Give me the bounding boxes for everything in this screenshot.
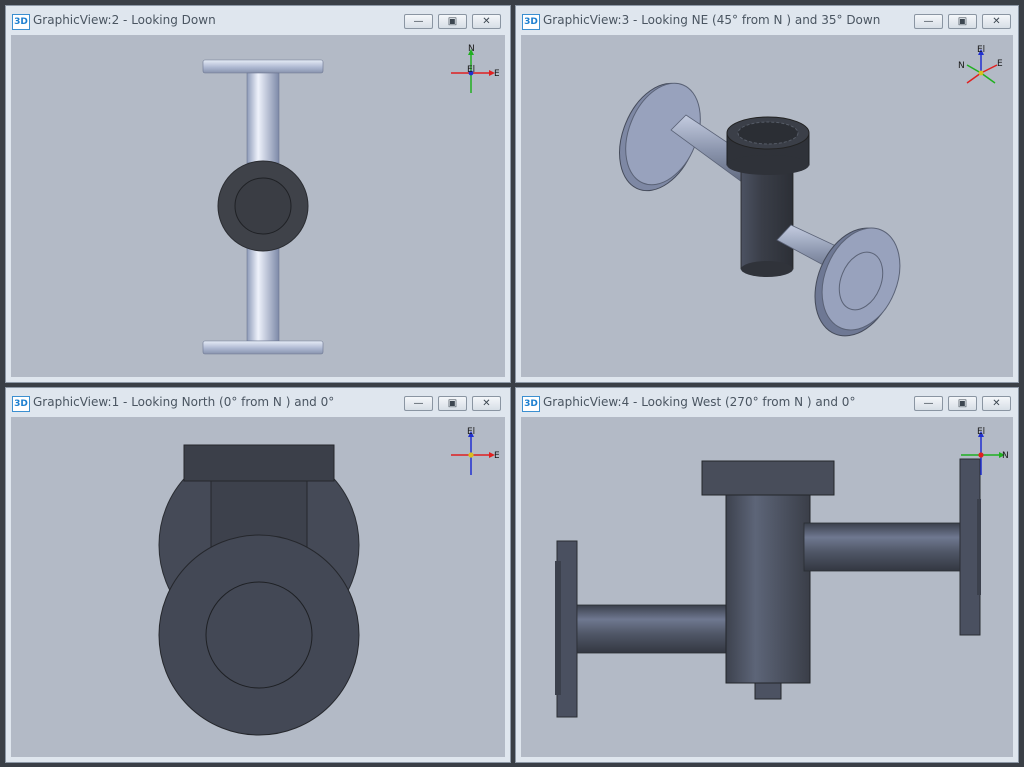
3d-view-icon: 3D [522,396,540,412]
axis-label-n: N [1002,451,1009,461]
restore-button[interactable]: ▣ [438,396,467,411]
restore-button[interactable]: ▣ [438,14,467,29]
lower-pipe [246,244,280,342]
minimize-button[interactable]: — [404,14,433,29]
orientation-triad-icon: El N E [958,45,1003,84]
graphic-view-4-window[interactable]: 3D GraphicView:4 - Looking West (270° fr… [515,387,1019,763]
pipe-model-iso-view [619,82,901,337]
title-bar[interactable]: 3D GraphicView:2 - Looking Down — ▣ ✕ [6,6,510,35]
axis-label-el: El [977,45,985,55]
axis-label-n: N [468,44,475,54]
pipe-model-top-view [202,59,324,355]
3d-view-icon: 3D [12,396,30,412]
close-button[interactable]: ✕ [472,396,501,411]
minimize-button[interactable]: — [914,396,943,411]
pipe-model-north-view [158,444,360,736]
orientation-triad-icon: El N [961,427,1009,475]
upper-pipe [246,72,280,164]
title-bar[interactable]: 3D GraphicView:4 - Looking West (270° fr… [516,388,1018,417]
close-button[interactable]: ✕ [982,14,1011,29]
axis-label-e: E [494,451,499,461]
orientation-triad-icon: El E [451,427,499,475]
restore-button[interactable]: ▣ [948,396,977,411]
window-title: GraphicView:3 - Looking NE (45° from N )… [543,13,881,27]
axis-label-el: El [977,427,985,437]
3d-viewport[interactable]: N El E [11,35,505,377]
pipe-model-west-view [555,458,981,718]
close-button[interactable]: ✕ [472,14,501,29]
graphic-view-3-window[interactable]: 3D GraphicView:3 - Looking NE (45° from … [515,5,1019,383]
top-flange [202,59,324,74]
graphic-view-2-window[interactable]: 3D GraphicView:2 - Looking Down — ▣ ✕ N … [5,5,511,383]
orientation-triad-icon: N El E [451,44,499,93]
window-title: GraphicView:1 - Looking North (0° from N… [33,395,335,409]
axis-label-e: E [997,59,1003,69]
window-title: GraphicView:2 - Looking Down [33,13,216,27]
3d-view-icon: 3D [522,14,540,30]
tee-bore [234,177,292,235]
3d-view-icon: 3D [12,14,30,30]
title-bar[interactable]: 3D GraphicView:1 - Looking North (0° fro… [6,388,510,417]
axis-label-el: El [467,427,475,437]
title-bar[interactable]: 3D GraphicView:3 - Looking NE (45° from … [516,6,1018,35]
minimize-button[interactable]: — [914,14,943,29]
3d-viewport[interactable]: El N [521,417,1013,757]
3d-viewport[interactable]: El N E [521,35,1013,377]
minimize-button[interactable]: — [404,396,433,411]
restore-button[interactable]: ▣ [948,14,977,29]
axis-label-e: E [494,69,499,79]
axis-label-el: El [467,65,475,75]
graphic-view-1-window[interactable]: 3D GraphicView:1 - Looking North (0° fro… [5,387,511,763]
axis-label-n: N [958,61,965,71]
window-title: GraphicView:4 - Looking West (270° from … [543,395,856,409]
3d-viewport[interactable]: El E [11,417,505,757]
bottom-flange [202,340,324,355]
close-button[interactable]: ✕ [982,396,1011,411]
